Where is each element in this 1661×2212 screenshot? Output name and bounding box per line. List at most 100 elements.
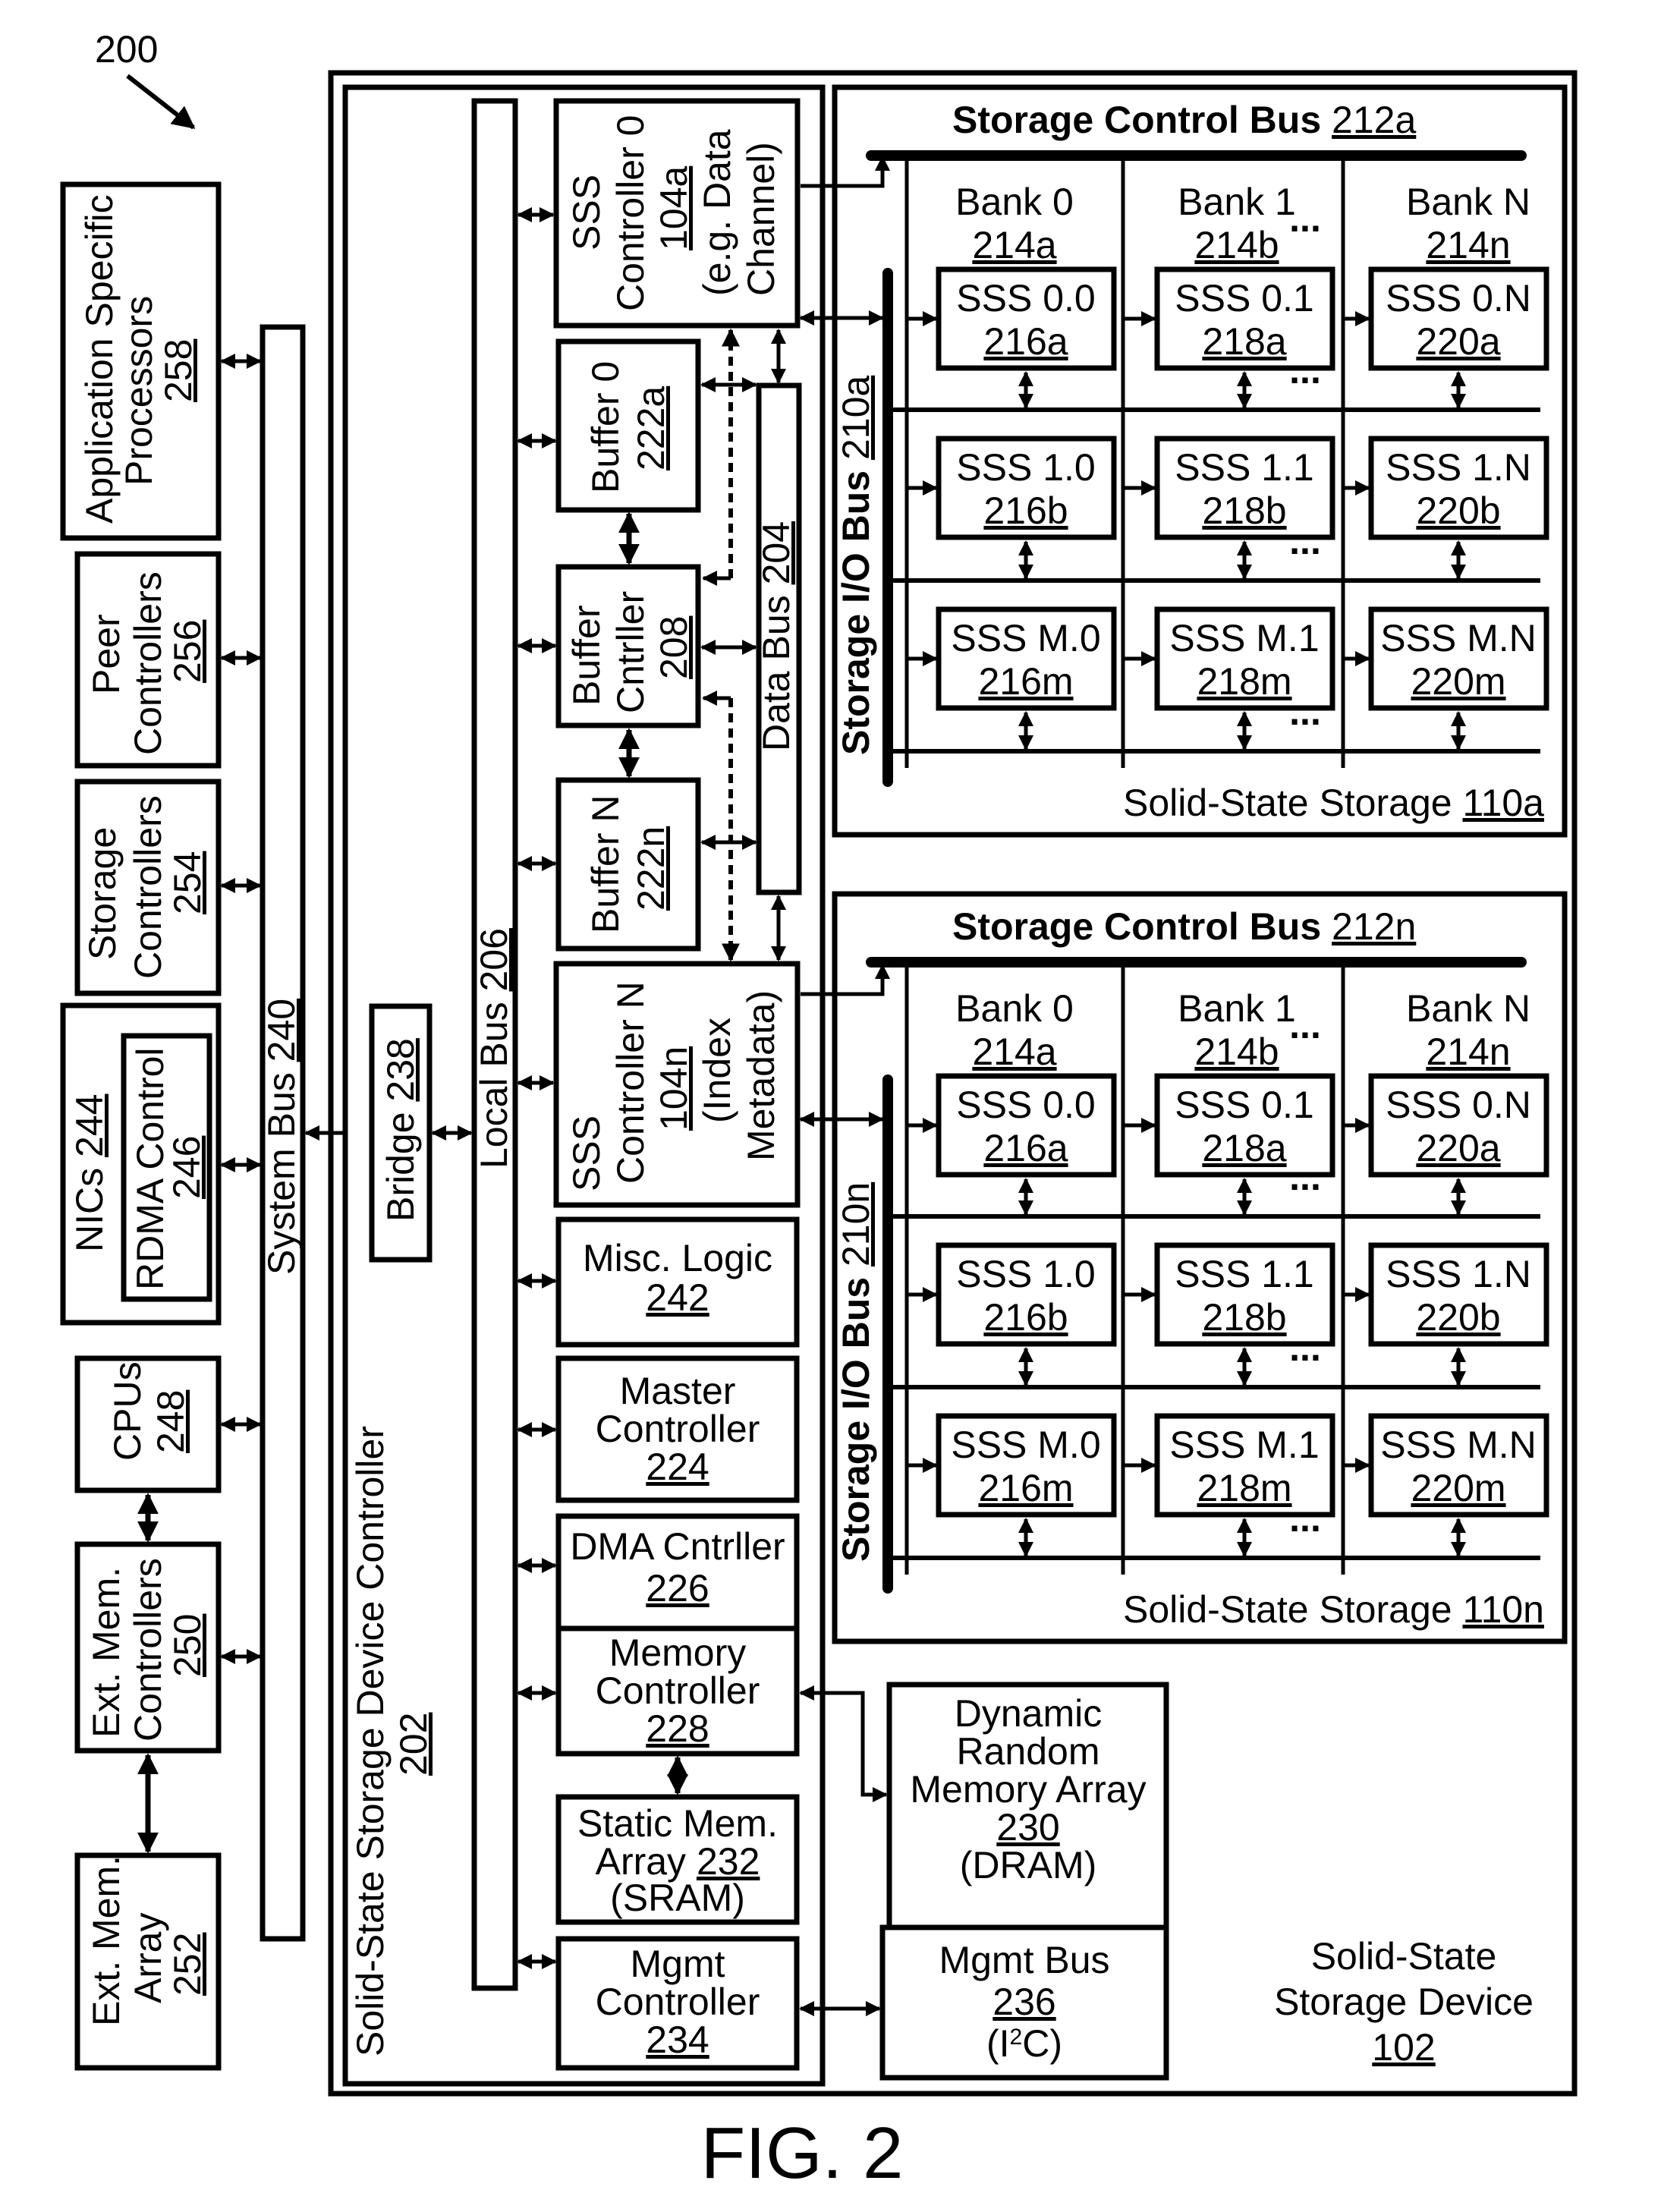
bank-0-label: Bank 0 (955, 987, 1074, 1030)
storage-control-bus-label: Storage Control Bus 212a (952, 99, 1416, 141)
sss-controller-n-ref: 104n (653, 1046, 695, 1131)
solid-state-storage-110n: Storage Control Bus 212n Storage I/O Bus … (832, 891, 1568, 1644)
buffer-0-box (555, 338, 701, 513)
sss-cell-ref: 218a (1202, 320, 1286, 363)
sss-cell-label: SSS 0.N (1386, 277, 1531, 319)
peer-controllers-ref: 256 (166, 620, 209, 683)
figure-caption: FIG. 2 (701, 2113, 904, 2194)
sram-line1: Static Mem. (577, 1802, 778, 1845)
sss-cell-ref: 216b (983, 489, 1068, 532)
dram-ref: 230 (996, 1806, 1059, 1849)
bank-0-ref: 214a (972, 1030, 1056, 1073)
storage-device-ref: 102 (1372, 2026, 1435, 2069)
sss-cell-label: SSS 0.N (1386, 1084, 1531, 1126)
buffer-controller-line2: Cntrller (609, 591, 652, 713)
bank-2-label: Bank N (1406, 181, 1530, 223)
row-ellipsis: ... (1289, 1497, 1321, 1540)
master-controller-ref: 224 (646, 1446, 709, 1488)
bank-0-label: Bank 0 (955, 181, 1074, 223)
sss-cell-label: SSS 1.N (1386, 446, 1531, 489)
dram-line3: Memory Array (910, 1768, 1146, 1811)
sss-cell-ref: 218b (1202, 489, 1286, 532)
memory-controller-line1: Memory (609, 1631, 747, 1674)
storage-device-line2: Storage Device (1274, 1981, 1534, 2023)
sss-controller-n-note1: (Index (696, 1018, 738, 1123)
buffer-0-ref: 222a (630, 386, 672, 470)
bridge-label: Bridge 238 (379, 1038, 422, 1222)
dram-note: (DRAM) (960, 1844, 1097, 1886)
buffer-controller-line1: Buffer (565, 606, 608, 706)
cpus-ref: 248 (149, 1390, 192, 1453)
sss-cell-label: SSS 0.0 (956, 1084, 1095, 1126)
sss-cell-ref: 218m (1197, 660, 1291, 703)
sss-cell-label: SSS 0.1 (1175, 1084, 1313, 1126)
solid-state-storage-110a: Storage Control Bus 212a Storage I/O Bus … (832, 84, 1568, 838)
storage-controllers-line2: Controllers (127, 795, 169, 979)
sss-controller-0-note1: (e.g. Data (696, 129, 738, 296)
row-ellipsis: ... (1289, 349, 1321, 392)
system-bus-label: System Bus 240 (260, 999, 303, 1275)
sram-note: (SRAM) (610, 1877, 745, 1919)
dram-line1: Dynamic (955, 1692, 1102, 1735)
host-components: System Bus 240 Application Specific Proc… (60, 181, 306, 2071)
sss-cell-label: SSS 0.1 (1175, 277, 1313, 319)
master-controller-line2: Controller (596, 1408, 760, 1450)
rdma-control-ref: 246 (165, 1136, 208, 1199)
sss-cell-ref: 220m (1411, 660, 1505, 703)
ext-mem-controllers-line2: Controllers (127, 1558, 169, 1742)
sss-controller-0-note2: Channel) (740, 142, 782, 296)
sss-controller-0-line2: Controller 0 (609, 115, 652, 311)
bank-0-ref: 214a (972, 224, 1056, 266)
misc-logic-ref: 242 (646, 1276, 709, 1319)
dram-line2: Random (957, 1730, 1100, 1773)
sss-cell-ref: 218b (1202, 1296, 1286, 1339)
mgmt-bus-note: (I2C) (986, 2022, 1062, 2065)
data-bus-label: Data Bus 204 (755, 521, 797, 751)
figure-ref-arrow (126, 74, 196, 130)
sss-cell-label: SSS 1.N (1386, 1253, 1531, 1295)
sss-cell-label: SSS M.N (1380, 1424, 1537, 1466)
storage-io-bus-label: Storage I/O Bus 210n (835, 1182, 877, 1562)
buffer-controller-ref: 208 (653, 616, 695, 679)
master-controller-line1: Master (620, 1370, 736, 1412)
sss-cell-label: SSS 1.1 (1175, 1253, 1313, 1295)
sss-cell-ref: 220a (1416, 320, 1500, 363)
app-specific-processors-line1: Application Specific (78, 194, 121, 524)
bank-1-ref: 214b (1194, 224, 1279, 266)
sss-controller-n-note2: Metadata) (740, 990, 782, 1161)
buffer-n-ref: 222n (630, 826, 672, 911)
row-ellipsis: ... (1289, 691, 1321, 733)
local-bus-label: Local Bus 206 (473, 928, 515, 1169)
cpus-label: CPUs (106, 1361, 149, 1461)
mgmt-controller-line2: Controller (596, 1981, 760, 2023)
sss-cell-label: SSS M.N (1380, 617, 1537, 659)
sss-controller-n-line2: Controller N (609, 981, 652, 1184)
ssd-controller-ref: 202 (392, 1713, 435, 1776)
peer-controllers-line2: Controllers (127, 571, 169, 755)
sss-controller-0-line1: SSS (565, 175, 608, 250)
nics-label: NICs 244 (68, 1094, 111, 1252)
dma-controller-ref: 226 (646, 1567, 709, 1609)
buffer-n-box (555, 777, 701, 952)
dma-controller-label: DMA Cntrller (570, 1525, 785, 1568)
row-ellipsis: ... (1289, 1326, 1321, 1369)
misc-logic-label: Misc. Logic (583, 1237, 772, 1279)
ext-mem-controllers-ref: 250 (166, 1614, 209, 1677)
mgmt-bus-label: Mgmt Bus (939, 1939, 1109, 1981)
storage-label: Solid-State Storage 110a (1123, 782, 1544, 824)
mgmt-controller-ref: 234 (646, 2018, 709, 2061)
bank-1-label: Bank 1 (1178, 181, 1296, 223)
peer-controllers-line1: Peer (85, 614, 127, 694)
buffer-n-label: Buffer N (584, 795, 627, 934)
bank-1-ref: 214b (1194, 1030, 1279, 1073)
memory-controller-ref: 228 (646, 1707, 709, 1750)
bank-2-ref: 214n (1426, 1030, 1510, 1073)
sss-cell-label: SSS M.1 (1169, 1424, 1319, 1466)
sss-cell-ref: 218m (1197, 1467, 1291, 1509)
sss-cell-ref: 220a (1416, 1127, 1500, 1169)
sss-cell-label: SSS 1.0 (956, 446, 1095, 489)
ext-mem-array-ref: 252 (166, 1933, 209, 1996)
bank-ellipsis: ... (1289, 1004, 1321, 1046)
sss-cell-ref: 220b (1416, 1296, 1500, 1339)
sss-cell-label: SSS 1.0 (956, 1253, 1095, 1295)
